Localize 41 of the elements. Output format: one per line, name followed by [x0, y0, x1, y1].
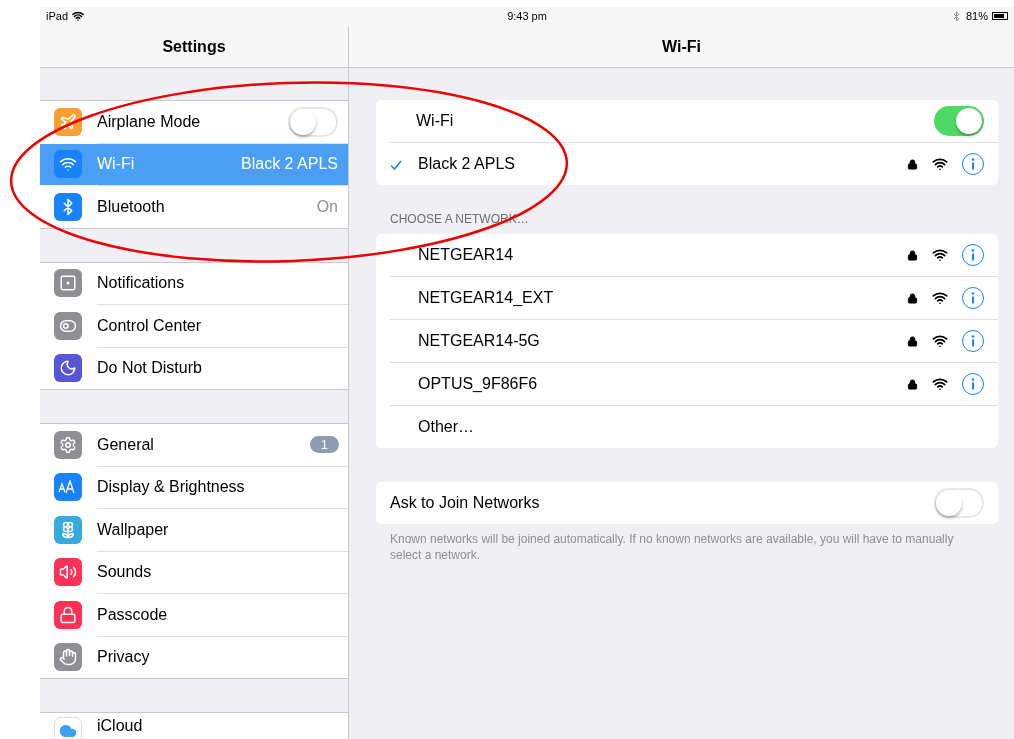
item-label: Wi-Fi [97, 155, 136, 174]
clock: 9:43 pm [507, 10, 547, 22]
item-label: Control Center [97, 316, 203, 335]
item-label: iCloud [97, 717, 144, 735]
item-label: Passcode [97, 605, 169, 624]
device-name: iPad [46, 10, 69, 22]
item-label: Do Not Disturb [97, 359, 203, 378]
network-row[interactable]: NETGEAR14_EXT [376, 277, 998, 319]
toggle-switch[interactable] [288, 106, 338, 137]
item-value: On [316, 197, 338, 216]
ask-join-switch[interactable] [934, 488, 984, 518]
wifi-switch[interactable] [934, 106, 984, 136]
battery-icon [992, 12, 1008, 20]
sidebar-title: Settings [162, 37, 226, 56]
item-label: Privacy [97, 648, 151, 667]
page-title: Wi-Fi [662, 37, 701, 56]
item-label: Airplane Mode [97, 112, 202, 131]
battery-percent: 81% [965, 10, 988, 22]
item-label: General [97, 435, 155, 454]
ask-join-label: Ask to Join Networks [390, 494, 541, 512]
checkmark-icon [390, 159, 402, 170]
wifi-icon [932, 376, 948, 392]
item-label: Display & Brightness [97, 478, 246, 497]
wifi-icon [72, 10, 85, 22]
count-badge: 1 [309, 436, 339, 454]
wifi-icon [932, 156, 948, 172]
item-label: Wallpaper [97, 520, 170, 539]
wifi-label: Wi-Fi [416, 112, 455, 130]
network-row[interactable]: NETGEAR14-5G [376, 320, 998, 362]
network-row[interactable]: Black 2 APLS [376, 143, 998, 185]
wifi-icon [932, 247, 948, 263]
footer-note: Known networks will be joined automatically. If no known networks are available, you will have to manually select a network. [389, 531, 955, 564]
item-label: Sounds [97, 563, 153, 582]
network-row[interactable]: Other… [376, 406, 998, 448]
item-label: Notifications [97, 274, 186, 293]
wifi-icon [932, 333, 948, 349]
network-row[interactable]: OPTUS_9F86F6 [376, 363, 998, 405]
wifi-icon [932, 290, 948, 306]
network-row[interactable]: NETGEAR14 [376, 234, 998, 276]
item-label: Bluetooth [97, 197, 166, 216]
item-value: Black 2 APLS [241, 155, 338, 174]
